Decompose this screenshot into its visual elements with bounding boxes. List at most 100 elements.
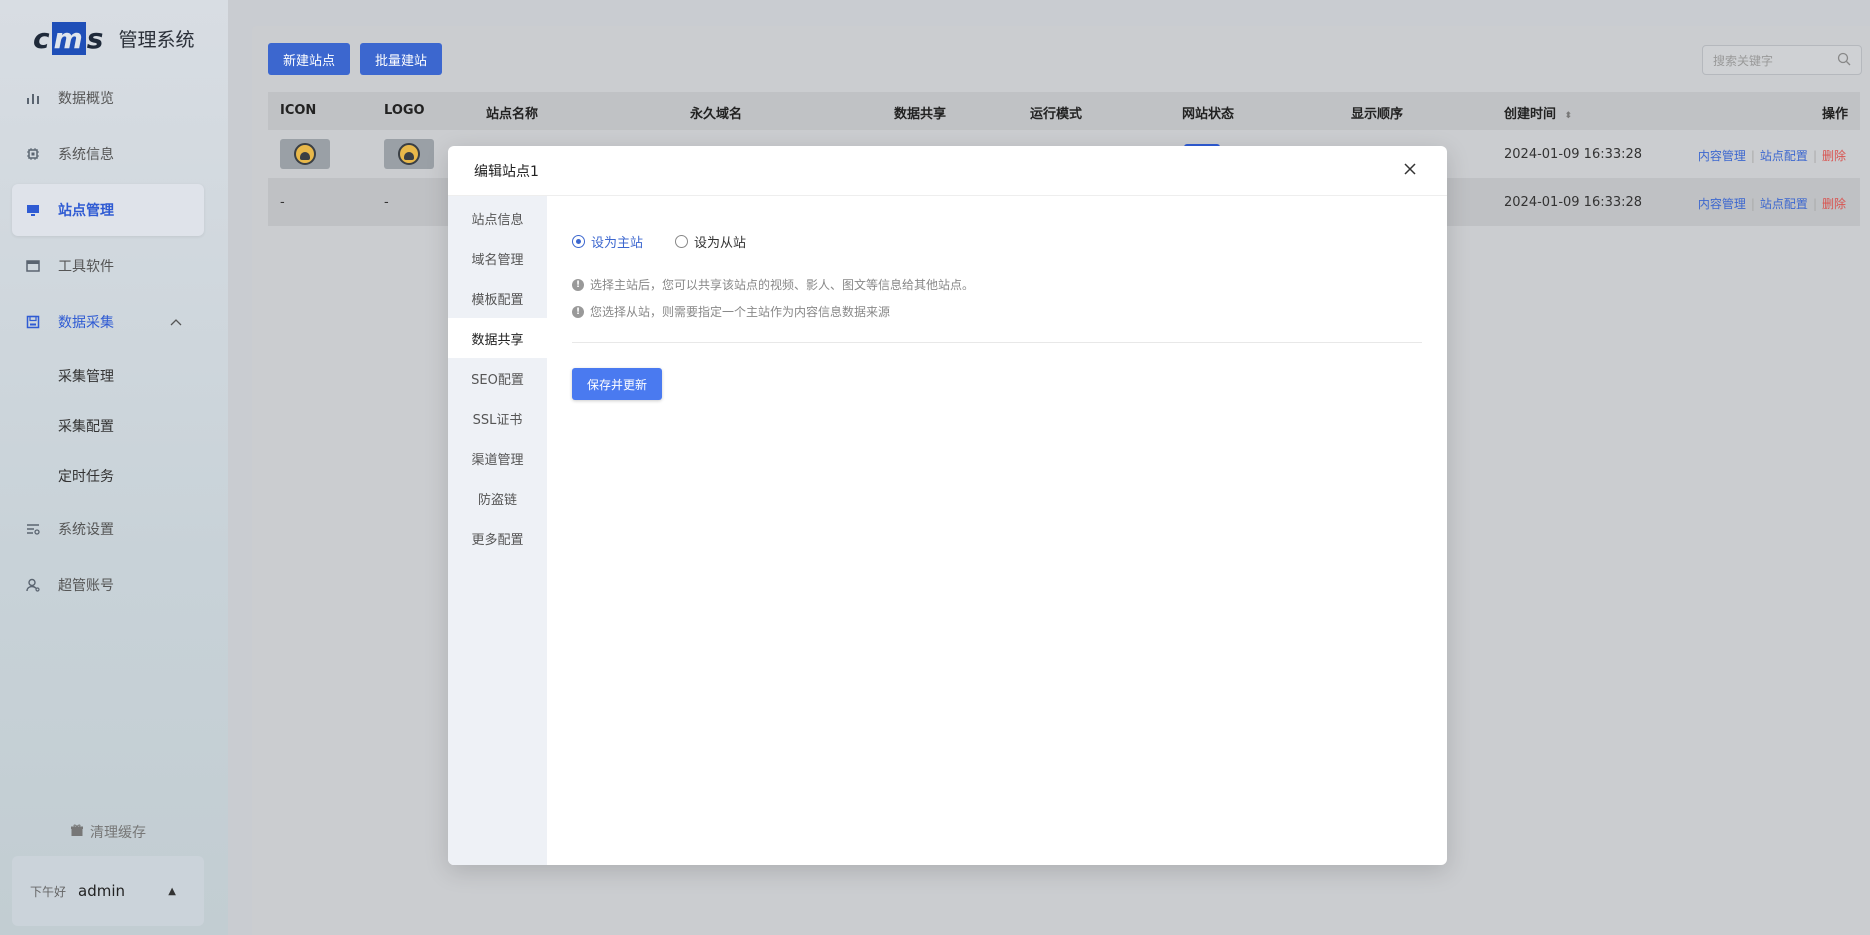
tab-domain-management[interactable]: 域名管理 xyxy=(448,238,547,278)
sidebar-item-label: 超管账号 xyxy=(58,578,114,594)
chip-icon xyxy=(25,146,41,162)
row-actions: 内容管理 | 站点配置 | 删除 xyxy=(1698,147,1846,164)
site-config-link[interactable]: 站点配置 xyxy=(1760,149,1808,163)
column-header: 数据共享 xyxy=(894,107,947,122)
sidebar-item-data-collection[interactable]: 数据采集 xyxy=(12,296,204,348)
site-logo-cell: - xyxy=(384,195,389,210)
site-icon-cell: - xyxy=(280,195,285,210)
radio-main-site[interactable] xyxy=(572,235,585,248)
modal-header: 编辑站点1 xyxy=(448,146,1447,196)
clear-cache-button[interactable]: 清理缓存 xyxy=(70,822,146,842)
sidebar-item-label: 工具软件 xyxy=(58,259,114,275)
sidebar-item-system-info[interactable]: 系统信息 xyxy=(12,128,204,180)
sidebar-item-label: 系统信息 xyxy=(58,147,114,163)
modal-title: 编辑站点1 xyxy=(474,163,539,180)
tab-channel-management[interactable]: 渠道管理 xyxy=(448,438,547,478)
column-header: 永久域名 xyxy=(690,107,743,122)
tab-site-info[interactable]: 站点信息 xyxy=(448,198,547,238)
tab-ssl-certificate[interactable]: SSL证书 xyxy=(448,398,547,438)
bar-chart-icon xyxy=(25,90,41,106)
sidebar: cms 管理系统 数据概览 系统信息 站点管理 工具软件 数据采集 采集管理 采… xyxy=(0,0,228,935)
row-actions: 内容管理 | 站点配置 | 删除 xyxy=(1698,195,1846,212)
site-logo-image xyxy=(384,139,434,169)
sidebar-subitem-scheduled-tasks[interactable]: 定时任务 xyxy=(58,466,114,486)
user-menu[interactable]: 下午好 admin ▲ xyxy=(12,856,204,926)
info-icon: ! xyxy=(572,278,584,291)
sidebar-item-system-settings[interactable]: 系统设置 xyxy=(12,503,204,555)
app-title: 管理系统 xyxy=(118,29,195,51)
column-header: LOGO xyxy=(384,103,425,118)
modal-body: 设为主站 设为从站 ! 选择主站后，您可以共享该站点的视频、影人、图文等信息给其… xyxy=(547,196,1447,865)
avatar xyxy=(294,143,316,165)
search-icon[interactable] xyxy=(1837,52,1851,70)
created-time: 2024-01-09 16:33:28 xyxy=(1504,195,1643,210)
sidebar-item-label: 数据概览 xyxy=(58,91,114,107)
chevron-up-icon xyxy=(170,315,182,329)
column-header-sortable[interactable]: 创建时间 ⬍ xyxy=(1504,103,1572,122)
action-separator: | xyxy=(1750,149,1755,163)
new-site-button[interactable]: 新建站点 xyxy=(268,43,351,75)
info-icon: ! xyxy=(572,305,584,318)
column-header: 显示顺序 xyxy=(1351,107,1404,122)
close-icon[interactable] xyxy=(1403,159,1417,179)
sidebar-subitem-collect-management[interactable]: 采集管理 xyxy=(58,366,114,386)
site-icon-image xyxy=(280,139,330,169)
sidebar-item-overview[interactable]: 数据概览 xyxy=(12,72,204,124)
sidebar-subitem-collect-config[interactable]: 采集配置 xyxy=(58,416,114,436)
tip-text: 选择主站后，您可以共享该站点的视频、影人、图文等信息给其他站点。 xyxy=(590,278,975,292)
delete-link[interactable]: 删除 xyxy=(1822,197,1846,211)
column-header-label: 创建时间 xyxy=(1504,107,1557,122)
sidebar-item-label: 数据采集 xyxy=(58,315,114,331)
table-header: ICON LOGO 站点名称 永久域名 数据共享 运行模式 网站状态 显示顺序 … xyxy=(268,92,1860,130)
edit-site-modal: 编辑站点1 站点信息 域名管理 模板配置 数据共享 SEO配置 SSL证书 渠道… xyxy=(448,146,1447,865)
cms-logo-mark: cms xyxy=(33,22,105,55)
tab-template-config[interactable]: 模板配置 xyxy=(448,278,547,318)
content-management-link[interactable]: 内容管理 xyxy=(1698,197,1746,211)
sub-site-tip: ! 您选择从站，则需要指定一个主站作为内容信息数据来源 xyxy=(572,303,890,320)
sidebar-item-label: 系统设置 xyxy=(58,522,114,538)
sidebar-item-site-management[interactable]: 站点管理 xyxy=(12,184,204,236)
caret-up-icon: ▲ xyxy=(168,885,176,897)
monitor-icon xyxy=(25,202,41,218)
radio-main-site-label[interactable]: 设为主站 xyxy=(591,232,643,251)
gift-box-icon xyxy=(70,823,84,841)
column-header: 站点名称 xyxy=(486,107,539,122)
clear-cache-label: 清理缓存 xyxy=(90,825,146,841)
radio-sub-site[interactable] xyxy=(675,235,689,248)
batch-site-button[interactable]: 批量建站 xyxy=(360,43,443,75)
created-time: 2024-01-09 16:33:28 xyxy=(1504,147,1643,162)
window-icon xyxy=(25,258,41,274)
user-icon xyxy=(25,577,41,593)
content-management-link[interactable]: 内容管理 xyxy=(1698,149,1746,163)
tab-data-sharing[interactable]: 数据共享 xyxy=(448,318,547,358)
site-config-link[interactable]: 站点配置 xyxy=(1760,197,1808,211)
username: admin xyxy=(78,882,126,900)
save-icon xyxy=(25,314,41,330)
column-header: 运行模式 xyxy=(1030,107,1083,122)
delete-link[interactable]: 删除 xyxy=(1822,149,1846,163)
tab-seo-config[interactable]: SEO配置 xyxy=(448,358,547,398)
main-site-tip: ! 选择主站后，您可以共享该站点的视频、影人、图文等信息给其他站点。 xyxy=(572,276,974,293)
action-separator: | xyxy=(1812,149,1817,163)
settings-list-icon xyxy=(25,521,41,537)
app-logo[interactable]: cms 管理系统 xyxy=(33,22,194,55)
sidebar-item-tools[interactable]: 工具软件 xyxy=(12,240,204,292)
search-placeholder: 搜索关键字 xyxy=(1713,53,1774,68)
tab-more-config[interactable]: 更多配置 xyxy=(448,518,547,558)
search-input[interactable]: 搜索关键字 xyxy=(1702,45,1862,75)
avatar xyxy=(398,143,420,165)
greeting-text: 下午好 xyxy=(30,884,67,899)
action-separator: | xyxy=(1750,197,1755,211)
sidebar-item-label: 站点管理 xyxy=(58,203,114,219)
save-and-update-button[interactable]: 保存并更新 xyxy=(572,368,663,400)
column-header: 操作 xyxy=(1821,107,1848,122)
sort-icon[interactable]: ⬍ xyxy=(1565,111,1573,121)
column-header: ICON xyxy=(280,103,317,118)
tip-text: 您选择从站，则需要指定一个主站作为内容信息数据来源 xyxy=(590,305,891,319)
action-separator: | xyxy=(1812,197,1817,211)
tab-anti-hotlink[interactable]: 防盗链 xyxy=(448,478,547,518)
divider xyxy=(572,342,1422,343)
radio-sub-site-label[interactable]: 设为从站 xyxy=(694,232,746,251)
sidebar-item-admin-account[interactable]: 超管账号 xyxy=(12,559,204,611)
column-header: 网站状态 xyxy=(1182,107,1235,122)
